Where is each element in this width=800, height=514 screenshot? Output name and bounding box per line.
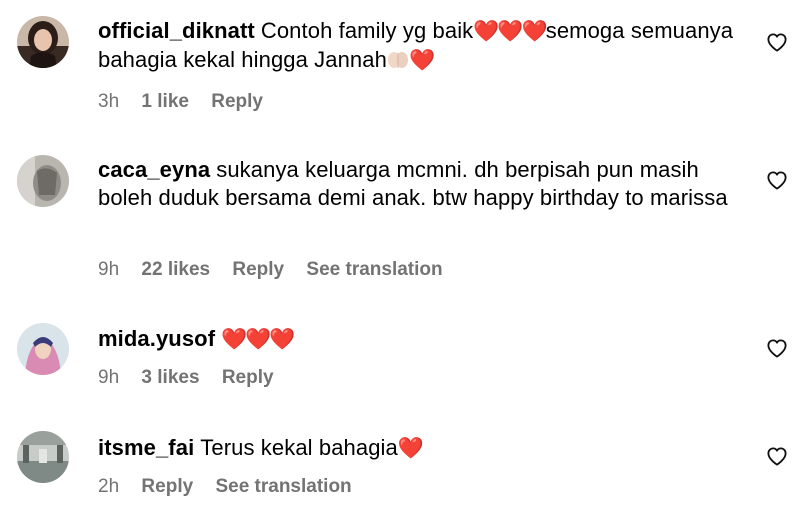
comment-time: 3h: [98, 91, 120, 112]
heart-outline-icon[interactable]: [766, 338, 788, 358]
reply-button[interactable]: Reply: [222, 367, 274, 388]
see-translation-button[interactable]: See translation: [215, 476, 351, 497]
likes-count[interactable]: 22 likes: [141, 259, 210, 280]
reply-button[interactable]: Reply: [232, 259, 284, 280]
comment-text-part: Contoh family yg baik: [260, 18, 474, 43]
heart-emoji: ❤️❤️❤️: [473, 20, 547, 43]
reply-button[interactable]: Reply: [211, 91, 263, 112]
likes-count[interactable]: 1 like: [141, 91, 189, 112]
folded-hands-icon: [387, 52, 408, 68]
likes-count[interactable]: 3 likes: [141, 367, 199, 388]
avatar[interactable]: [17, 16, 69, 68]
see-translation-button[interactable]: See translation: [306, 259, 442, 280]
comment-time: 9h: [98, 259, 120, 280]
comment-meta: 9h 22 likes Reply See translation: [98, 259, 460, 281]
comment-username[interactable]: official_diknatt: [98, 18, 255, 43]
comment-time: 2h: [98, 476, 120, 497]
comment-text: official_diknatt Contoh family yg baik❤️❤…: [98, 17, 748, 75]
comment-text: mida.yusof ❤️❤️❤️: [98, 325, 748, 354]
avatar[interactable]: [17, 323, 69, 375]
comment-username[interactable]: caca_eyna: [98, 157, 210, 182]
avatar[interactable]: [17, 431, 69, 483]
comment-meta: 3h 1 like Reply: [98, 91, 280, 113]
heart-emoji: ❤️: [408, 49, 435, 72]
heart-outline-icon[interactable]: [766, 446, 788, 466]
comment-username[interactable]: itsme_fai: [98, 435, 194, 460]
heart-outline-icon[interactable]: [766, 170, 788, 190]
heart-emoji: ❤️: [397, 437, 424, 460]
comment-text-part: Terus kekal bahagia: [200, 435, 398, 460]
heart-emoji: ❤️❤️❤️: [221, 328, 295, 351]
comment-meta: 2h Reply See translation: [98, 476, 369, 498]
comment-meta: 9h 3 likes Reply: [98, 367, 291, 389]
comment-time: 9h: [98, 367, 120, 388]
comment-text: caca_eyna sukanya keluarga mcmni. dh berp…: [98, 156, 748, 212]
comment-username[interactable]: mida.yusof: [98, 326, 215, 351]
comment-text: itsme_fai Terus kekal bahagia❤️: [98, 434, 748, 463]
reply-button[interactable]: Reply: [141, 476, 193, 497]
avatar[interactable]: [17, 155, 69, 207]
heart-outline-icon[interactable]: [766, 32, 788, 52]
